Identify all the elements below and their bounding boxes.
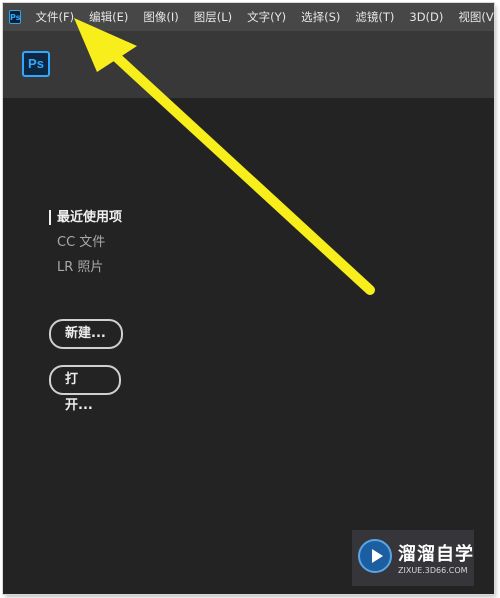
photoshop-logo-icon: Ps (22, 51, 50, 77)
menu-type[interactable]: 文字(Y) (247, 9, 286, 25)
play-logo-icon (358, 539, 392, 573)
watermark-url: ZIXUE.3D66.COM (398, 566, 468, 575)
menu-file[interactable]: 文件(F) (35, 9, 74, 25)
start-header: Ps (3, 31, 494, 98)
photoshop-app-icon[interactable]: Ps (9, 10, 22, 24)
watermark-badge: 溜溜自学 ZIXUE.3D66.COM (352, 530, 474, 586)
nav-item-recent[interactable]: 最近使用项 (49, 205, 122, 230)
menu-3d[interactable]: 3D(D) (409, 10, 443, 24)
menu-select[interactable]: 选择(S) (301, 9, 340, 25)
menu-view[interactable]: 视图(V) (458, 9, 494, 25)
open-file-button[interactable]: 打开... (49, 365, 121, 413)
photoshop-window: Ps 文件(F) 编辑(E) 图像(I) 图层(L) 文字(Y) 选择(S) 滤… (3, 3, 494, 594)
nav-item-lr-photos[interactable]: LR 照片 (49, 255, 122, 280)
menu-filter[interactable]: 滤镜(T) (355, 9, 394, 25)
menu-edit[interactable]: 编辑(E) (89, 9, 128, 25)
nav-item-cc-files[interactable]: CC 文件 (49, 230, 122, 255)
start-side-nav: 最近使用项 CC 文件 LR 照片 (49, 205, 122, 280)
menu-image[interactable]: 图像(I) (143, 9, 178, 25)
menu-bar: Ps 文件(F) 编辑(E) 图像(I) 图层(L) 文字(Y) 选择(S) 滤… (3, 3, 494, 31)
watermark-title: 溜溜自学 (398, 544, 474, 565)
menu-layer[interactable]: 图层(L) (194, 9, 232, 25)
new-document-button[interactable]: 新建... (49, 319, 123, 349)
